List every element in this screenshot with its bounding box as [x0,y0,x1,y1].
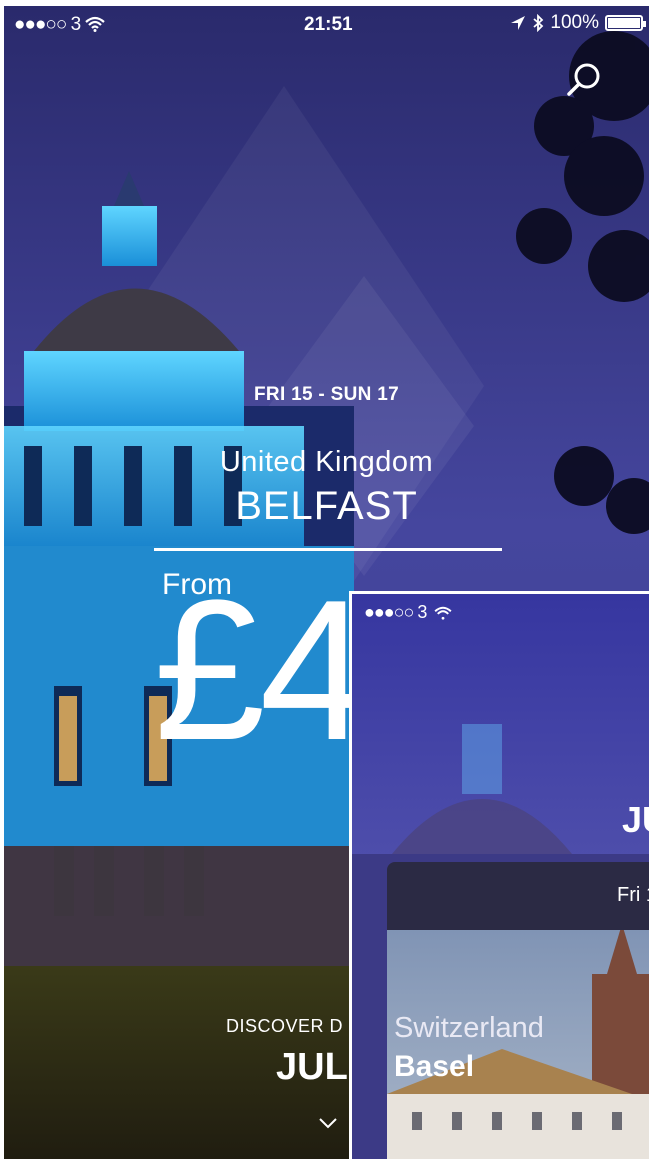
signal-indicator: ●●●○○ 3 [14,14,105,36]
discover-month: JUL [276,1046,348,1088]
destination-country: United Kingdom [219,446,434,478]
battery-icon [605,15,646,31]
divider [154,548,502,551]
wifi-icon [84,16,105,32]
destination-card[interactable]: Fri 1 [387,862,649,1159]
battery-percent: 100% [550,12,599,33]
inset-month: JU [622,799,649,840]
app-screen: ●●●○○ 3 21:51 100% FRI 15 - SUN 17 Unite… [4,6,649,1159]
status-bar: ●●●○○ 3 21:51 100% [4,6,649,44]
discover-label: DISCOVER D [226,1016,344,1036]
chevron-down-icon[interactable] [316,1114,340,1132]
inset-signal: ●●●○○ 3 [364,602,427,622]
bluetooth-icon [533,14,544,32]
location-arrow-icon [511,16,526,30]
status-right: 100% [510,12,646,34]
card-header: Fri 1 [387,862,649,930]
search-icon[interactable] [564,60,604,100]
wifi-icon [434,606,452,620]
destination-city[interactable]: BELFAST [4,484,649,529]
card-date: Fri 1 [617,884,649,906]
inset-screen-preview: ●●●○○ 3 JU Fri 1 Switzerland Basel [349,591,649,1159]
price: £4 [154,559,370,782]
inset-status-bar: ●●●○○ 3 [364,602,452,623]
card-city: Basel [394,1050,475,1083]
clock: 21:51 [304,14,353,35]
card-country: Switzerland [394,1012,544,1044]
trip-dates: FRI 15 - SUN 17 [254,384,399,405]
